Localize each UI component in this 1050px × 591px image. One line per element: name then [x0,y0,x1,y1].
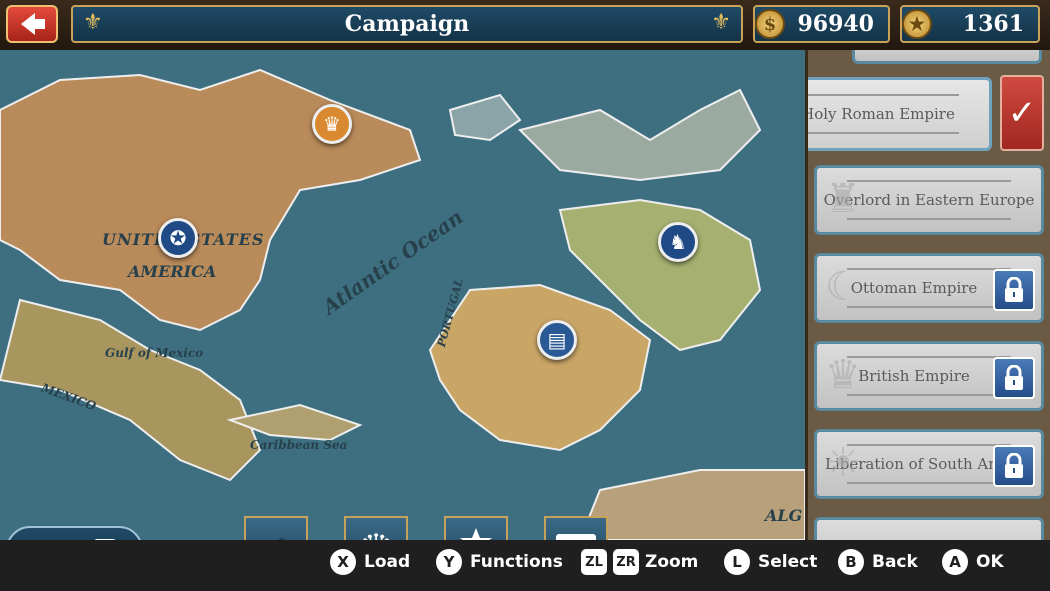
medal-amount: 1361 [962,11,1024,37]
divider [847,444,1011,446]
coin-icon: $ [755,9,785,39]
eagle-emblem-icon: ♜ [825,176,861,222]
campaign-item-liberation-south-america[interactable]: ☀ Liberation of South Am [814,429,1044,499]
select-hint[interactable]: L Select [724,549,817,575]
back-hint[interactable]: B Back [838,549,918,575]
medal-icon: ★ [902,9,932,39]
save-slot-chip[interactable]: ♚ 07 [6,526,143,540]
selected-checkmark-tab[interactable]: ✓ [1000,75,1044,151]
zoom-hint[interactable]: ZL ZR Zoom [581,549,698,575]
select-label: Select [758,552,818,572]
campaign-item-ottoman-empire[interactable]: ☾ Ottoman Empire [814,253,1044,323]
a-button-icon: A [942,549,968,575]
crescent-emblem-icon: ☾ [825,264,861,310]
napoleon-eagle-marker-icon[interactable]: ♞ [658,222,698,262]
crown-marker-icon[interactable]: ♛ [312,104,352,144]
ok-label: OK [976,552,1004,572]
back-button[interactable] [6,5,58,43]
divider [847,218,1011,220]
military-rank-function-button[interactable] [444,516,508,540]
divider [847,268,1011,270]
load-label: Load [364,552,411,572]
general-function-button[interactable] [244,516,308,540]
lock-icon [993,269,1035,311]
sun-emblem-icon: ☀ [825,440,861,486]
crown-function-button[interactable]: ♛ [344,516,408,540]
controls-bar: X Load Y Functions ZL ZR Zoom L Select B… [0,540,1050,591]
book-marker-icon[interactable]: ▤ [537,320,577,360]
load-hint[interactable]: X Load [330,549,410,575]
campaign-list[interactable]: ♜ Holy Roman Empire ✓ ♜ Overlord in East… [805,50,1050,540]
divider [808,94,959,96]
campaign-item-british-empire[interactable]: ♛ British Empire [814,341,1044,411]
zl-button-icon: ZL [581,549,607,575]
zoom-label: Zoom [645,552,699,572]
functions-label: Functions [470,552,563,572]
campaign-item-next[interactable] [814,517,1044,540]
map-land-shapes [0,68,805,540]
fleur-de-lis-icon: ⚜ [83,10,103,35]
lock-icon [993,445,1035,487]
back-label: Back [872,552,918,572]
campaign-label: Holy Roman Empire [805,105,955,123]
l-button-icon: L [724,549,750,575]
title-plate: ⚜ Campaign ⚜ [71,5,743,43]
eagle-marker-icon[interactable]: ✪ [158,218,198,258]
fleur-de-lis-icon: ⚜ [711,10,731,35]
divider [847,306,1011,308]
divider [808,132,959,134]
b-button-icon: B [838,549,864,575]
y-button-icon: Y [436,549,462,575]
caribbean-sea-label: Caribbean Sea [250,438,348,452]
campaign-map[interactable]: Atlantic Ocean UNITED STATES AMERICA Gul… [0,50,805,540]
treasure-chest-function-button[interactable] [544,516,608,540]
top-bar: ⚜ Campaign ⚜ 96940 $ 1361 ★ [0,0,1050,50]
alg-label: ALG [765,506,803,525]
lock-icon [993,357,1035,399]
divider [847,356,1011,358]
page-title: Campaign [344,11,470,37]
campaign-label: British Empire [858,367,970,385]
america-label: AMERICA [128,262,217,281]
ok-hint[interactable]: A OK [942,549,1004,575]
checkmark-icon: ✓ [1007,93,1037,133]
campaign-item-holy-roman-empire[interactable]: ♜ Holy Roman Empire [805,77,992,151]
campaign-label: Ottoman Empire [850,279,978,297]
zr-button-icon: ZR [613,549,639,575]
campaign-item-overlord[interactable]: ♜ Overlord in Eastern Europe [814,165,1044,235]
divider [847,394,1011,396]
crown-emblem-icon: ♛ [825,352,861,398]
treasure-chest-icon [556,534,596,540]
crown-icon: ♛ [359,526,393,540]
crossed-swords-icon [460,528,492,540]
gulf-of-mexico-label: Gulf of Mexico [105,346,204,360]
general-hat-icon [278,538,286,540]
x-button-icon: X [330,549,356,575]
divider [847,180,1011,182]
campaign-item-previous[interactable] [852,50,1042,64]
coin-amount: 96940 [797,11,874,37]
divider [847,482,1011,484]
arrow-left-icon [21,13,45,35]
functions-hint[interactable]: Y Functions [436,549,563,575]
